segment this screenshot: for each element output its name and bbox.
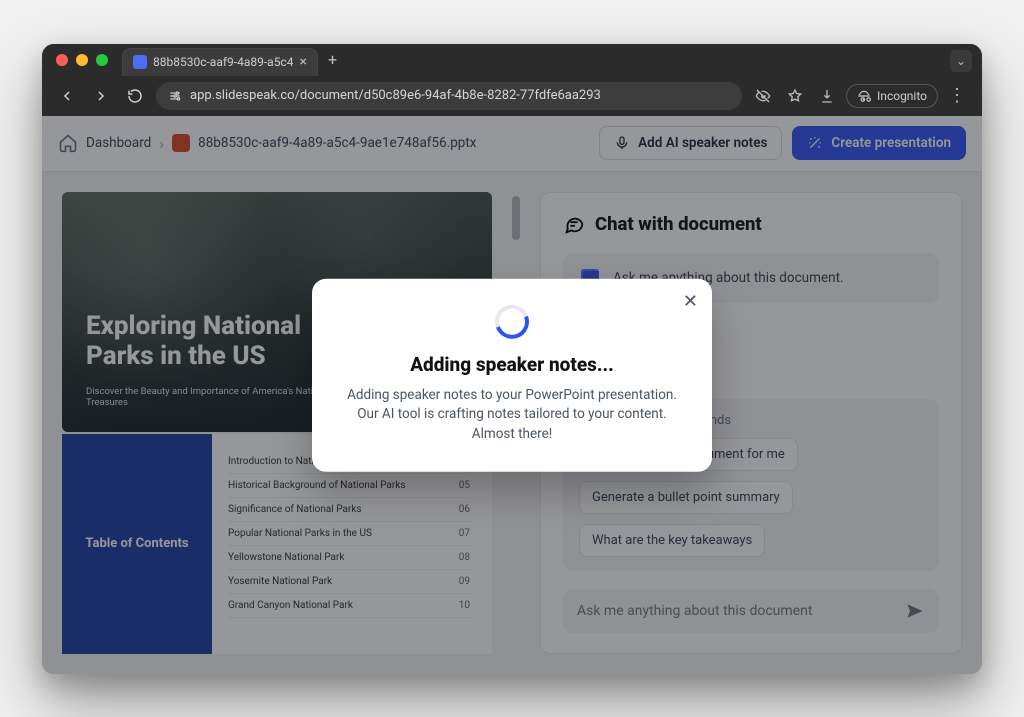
nav-forward-button[interactable] xyxy=(88,83,114,109)
browser-window: 88b8530c-aaf9-4a89-a5c4 × + ⌄ app.slides… xyxy=(42,44,982,674)
new-tab-button[interactable]: + xyxy=(328,50,337,69)
spinner-icon xyxy=(489,299,534,344)
tab-close-icon[interactable]: × xyxy=(299,54,306,70)
bookmark-star-icon[interactable] xyxy=(782,83,808,109)
nav-reload-button[interactable] xyxy=(122,83,148,109)
browser-tab[interactable]: 88b8530c-aaf9-4a89-a5c4 × xyxy=(122,48,318,76)
modal-close-button[interactable]: ✕ xyxy=(683,290,698,311)
download-icon[interactable] xyxy=(814,83,840,109)
close-window-button[interactable] xyxy=(56,54,68,66)
tab-strip: 88b8530c-aaf9-4a89-a5c4 × + xyxy=(122,44,337,76)
browser-menu-button[interactable]: ⋮ xyxy=(944,83,970,109)
modal-body: Adding speaker notes to your PowerPoint … xyxy=(340,385,684,444)
tab-favicon xyxy=(133,55,147,69)
loading-modal: ✕ Adding speaker notes... Adding speaker… xyxy=(312,278,712,472)
eye-off-icon[interactable] xyxy=(750,83,776,109)
toolbar: app.slidespeak.co/document/d50c89e6-94af… xyxy=(42,76,982,116)
incognito-icon xyxy=(857,89,871,103)
nav-back-button[interactable] xyxy=(54,83,80,109)
url-text: app.slidespeak.co/document/d50c89e6-94af… xyxy=(190,88,601,103)
incognito-label: Incognito xyxy=(877,89,927,103)
address-bar[interactable]: app.slidespeak.co/document/d50c89e6-94af… xyxy=(156,82,742,110)
incognito-badge[interactable]: Incognito xyxy=(846,84,938,108)
tab-overflow-button[interactable]: ⌄ xyxy=(950,50,972,72)
tab-title: 88b8530c-aaf9-4a89-a5c4 xyxy=(153,55,293,69)
app-viewport: Dashboard › 88b8530c-aaf9-4a89-a5c4-9ae1… xyxy=(42,116,982,674)
site-settings-icon xyxy=(168,89,182,103)
modal-title: Adding speaker notes... xyxy=(340,352,684,375)
minimize-window-button[interactable] xyxy=(76,54,88,66)
maximize-window-button[interactable] xyxy=(96,54,108,66)
window-controls xyxy=(42,54,108,66)
toolbar-right: Incognito ⋮ xyxy=(750,83,970,109)
titlebar: 88b8530c-aaf9-4a89-a5c4 × + ⌄ xyxy=(42,44,982,76)
